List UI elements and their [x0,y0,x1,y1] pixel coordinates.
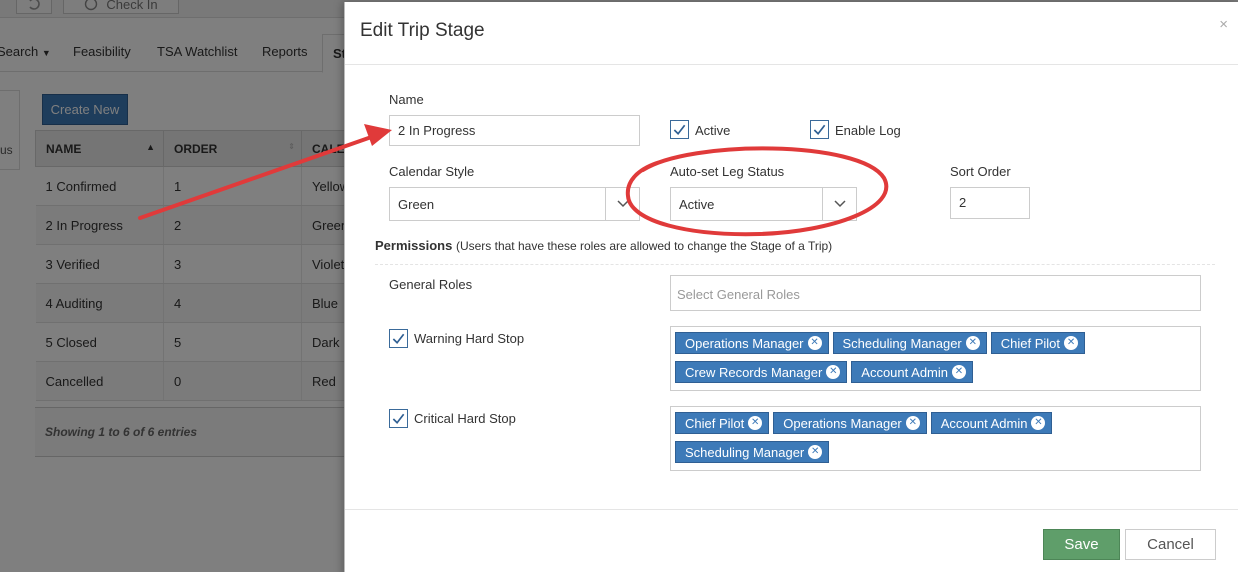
remove-tag-icon[interactable]: ✕ [808,445,823,459]
auto-leg-status-value: Active [679,197,715,212]
role-tag: Scheduling Manager ✕ [832,332,987,354]
remove-tag-icon[interactable]: ✕ [905,416,920,430]
calendar-style-label: Calendar Style [389,164,475,179]
remove-tag-icon[interactable]: ✕ [1064,336,1079,350]
auto-leg-status-label: Auto-set Leg Status [670,164,785,179]
remove-tag-icon[interactable]: ✕ [965,336,980,350]
critical-hard-stop-label: Critical Hard Stop [414,411,516,426]
general-roles-label: General Roles [389,277,473,292]
modal-header: Edit Trip Stage × [345,2,1238,65]
active-label: Active [695,123,731,138]
role-tag: Chief Pilot ✕ [990,332,1086,354]
role-tag: Account Admin ✕ [930,412,1053,434]
remove-tag-icon[interactable]: ✕ [826,365,841,379]
modal-footer: Save Cancel [345,509,1238,572]
edit-trip-stage-modal: Edit Trip Stage × Name 2 In Progress Act… [344,2,1238,572]
save-button[interactable]: Save [1043,529,1120,560]
close-icon[interactable]: × [1219,16,1228,33]
name-label: Name [389,92,424,107]
warning-roles-input[interactable]: Operations Manager ✕ Scheduling Manager ✕ Ch… [670,326,1201,391]
critical-roles-input[interactable]: Chief Pilot ✕ Operations Manager ✕ Account A… [670,406,1201,471]
checkmark-icon [392,413,405,424]
warning-hard-stop-label: Warning Hard Stop [414,331,525,346]
calendar-style-value: Green [398,197,435,212]
remove-tag-icon[interactable]: ✕ [807,336,822,350]
calendar-style-select[interactable]: Green [389,187,640,221]
role-tag: Chief Pilot ✕ [675,412,770,434]
remove-tag-icon[interactable]: ✕ [748,416,763,430]
cancel-button[interactable]: Cancel [1125,529,1216,560]
remove-tag-icon[interactable]: ✕ [952,365,966,379]
enable-log-checkbox[interactable] [810,120,829,139]
role-tag: Scheduling Manager ✕ [675,441,830,463]
role-tag: Crew Records Manager ✕ [675,361,848,383]
sort-order-input[interactable]: 2 [950,187,1030,219]
permissions-heading: Permissions (Users that have these roles… [375,238,833,253]
checkmark-icon [673,124,686,135]
auto-leg-status-select[interactable]: Active [670,187,857,221]
enable-log-label: Enable Log [835,123,901,138]
role-tag: Account Admin ✕ [851,361,973,383]
active-checkbox[interactable] [670,120,689,139]
role-tag: Operations Manager ✕ [675,332,829,354]
checkmark-icon [813,124,826,135]
divider [375,264,1215,265]
general-roles-placeholder: Select General Roles [677,287,800,302]
general-roles-input[interactable]: Select General Roles [670,275,1201,311]
warning-hard-stop-checkbox[interactable] [389,329,408,348]
checkmark-icon [392,333,405,344]
modal-title: Edit Trip Stage [360,20,485,41]
remove-tag-icon[interactable]: ✕ [1031,416,1046,430]
name-input[interactable]: 2 In Progress [389,115,640,146]
sort-order-label: Sort Order [950,164,1011,179]
chevron-down-icon [605,188,639,220]
critical-hard-stop-checkbox[interactable] [389,409,408,428]
chevron-down-icon [822,188,856,220]
role-tag: Operations Manager ✕ [773,412,927,434]
